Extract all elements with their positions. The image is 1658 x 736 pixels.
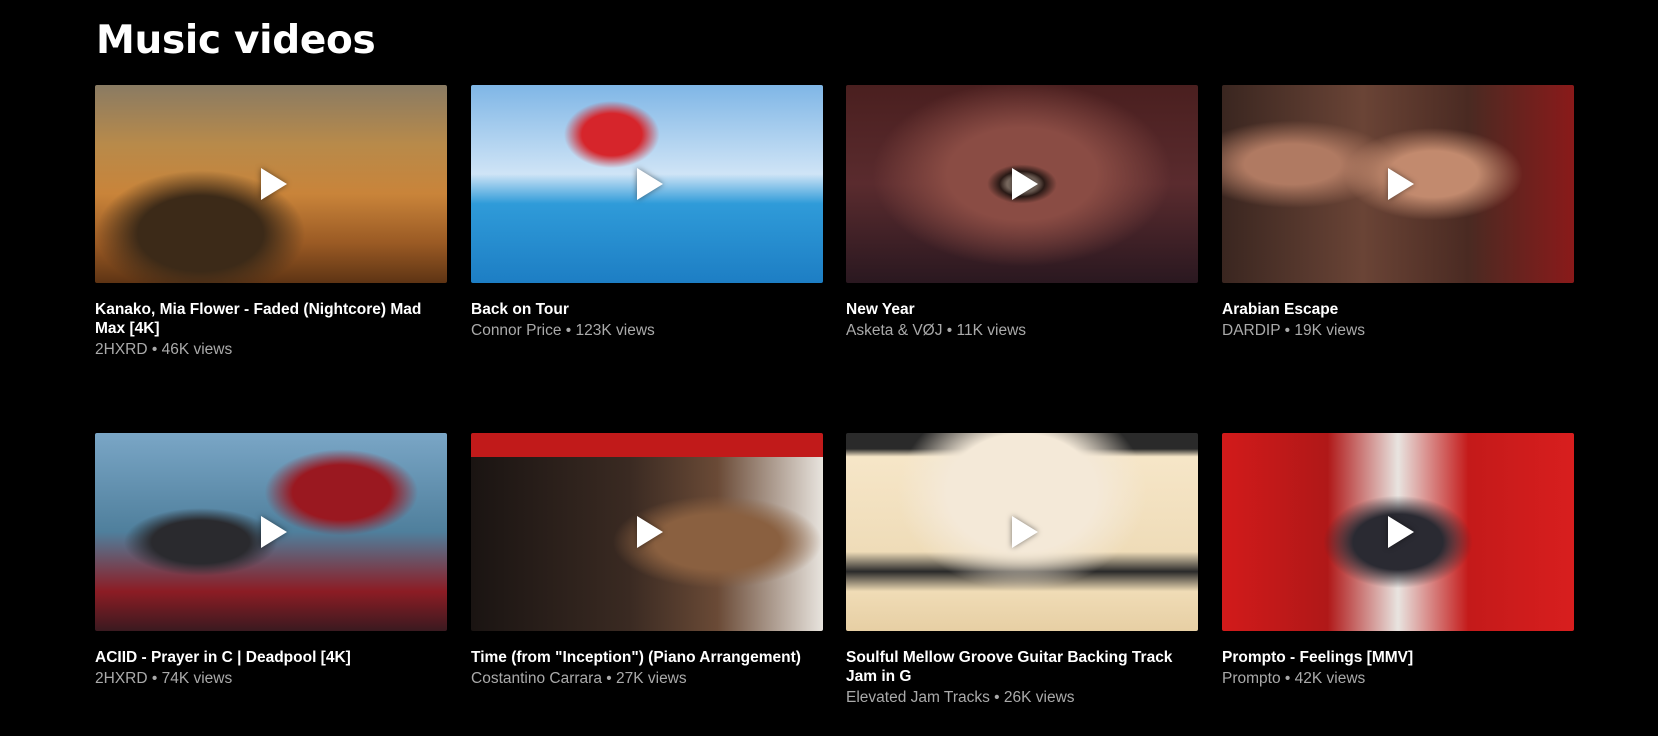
video-meta: Costantino Carrara • 27K views [471, 670, 687, 687]
video-title[interactable]: Back on Tour [471, 300, 823, 319]
video-title[interactable]: Arabian Escape [1222, 300, 1574, 319]
video-card[interactable]: Time (from "Inception") (Piano Arrangeme… [471, 433, 823, 689]
video-thumbnail[interactable] [846, 433, 1198, 631]
video-meta: DARDIP • 19K views [1222, 322, 1365, 339]
play-icon[interactable] [637, 516, 663, 548]
video-title[interactable]: Prompto - Feelings [MMV] [1222, 648, 1574, 667]
video-card[interactable]: Arabian Escape DARDIP • 19K views [1222, 85, 1574, 341]
video-thumbnail[interactable] [471, 433, 823, 631]
video-meta: Prompto • 42K views [1222, 670, 1366, 687]
play-icon[interactable] [1388, 168, 1414, 200]
play-icon[interactable] [1012, 516, 1038, 548]
section-title: Music videos [96, 18, 376, 63]
video-card[interactable]: Soulful Mellow Groove Guitar Backing Tra… [846, 433, 1198, 708]
video-meta: 2HXRD • 74K views [95, 670, 233, 687]
play-icon[interactable] [637, 168, 663, 200]
play-icon[interactable] [1388, 516, 1414, 548]
video-meta: 2HXRD • 46K views [95, 341, 233, 358]
video-card[interactable]: Prompto - Feelings [MMV] Prompto • 42K v… [1222, 433, 1574, 689]
play-icon[interactable] [261, 168, 287, 200]
video-meta: Asketa & VØJ • 11K views [846, 322, 1027, 339]
video-thumbnail[interactable] [95, 433, 447, 631]
video-thumbnail[interactable] [1222, 433, 1574, 631]
video-title[interactable]: ACIID - Prayer in C | Deadpool [4K] [95, 648, 447, 667]
video-card[interactable]: Kanako, Mia Flower - Faded (Nightcore) M… [95, 85, 447, 360]
video-card[interactable]: New Year Asketa & VØJ • 11K views [846, 85, 1198, 341]
video-thumbnail[interactable] [471, 85, 823, 283]
video-thumbnail[interactable] [95, 85, 447, 283]
video-card[interactable]: Back on Tour Connor Price • 123K views [471, 85, 823, 341]
video-title[interactable]: Kanako, Mia Flower - Faded (Nightcore) M… [95, 300, 447, 338]
video-thumbnail[interactable] [1222, 85, 1574, 283]
video-title[interactable]: Soulful Mellow Groove Guitar Backing Tra… [846, 648, 1198, 686]
video-title[interactable]: Time (from "Inception") (Piano Arrangeme… [471, 648, 823, 667]
play-icon[interactable] [1012, 168, 1038, 200]
video-thumbnail[interactable] [846, 85, 1198, 283]
video-card[interactable]: ACIID - Prayer in C | Deadpool [4K] 2HXR… [95, 433, 447, 689]
video-meta: Elevated Jam Tracks • 26K views [846, 689, 1075, 706]
video-meta: Connor Price • 123K views [471, 322, 655, 339]
music-videos-section: Music videos Kanako, Mia Flower - Faded … [0, 0, 1658, 736]
video-title[interactable]: New Year [846, 300, 1198, 319]
play-icon[interactable] [261, 516, 287, 548]
